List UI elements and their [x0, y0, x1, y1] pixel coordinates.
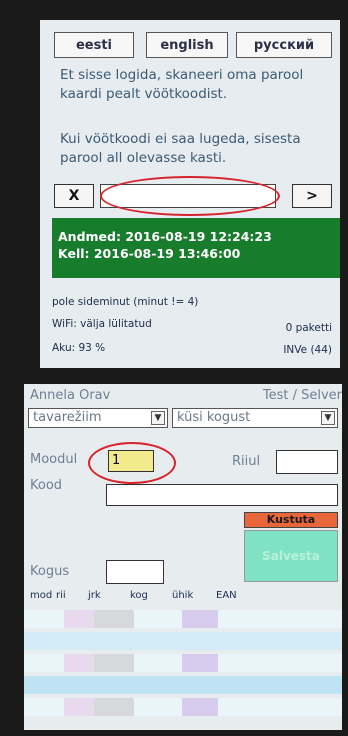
store-context: Test / Selver [262, 388, 342, 403]
quantity-label: Kogus [30, 564, 70, 579]
table-cell [64, 610, 94, 628]
version-label: INVe (44) [283, 344, 332, 356]
table-cell [64, 698, 94, 716]
chevron-down-icon[interactable]: ▼ [321, 411, 335, 425]
annotation-ellipse [100, 176, 280, 216]
table-cell [94, 610, 134, 628]
mode-select-value: tavarežiim [33, 410, 102, 425]
table-cell [182, 654, 218, 672]
login-screen: eesti english русский Et sisse logida, s… [40, 20, 340, 368]
table-cell [182, 610, 218, 628]
quantity-mode-value: küsi kogust [177, 410, 251, 425]
wifi-status: WiFi: välja lülitatud [52, 318, 152, 330]
language-english-button[interactable]: english [146, 32, 228, 58]
shelf-label: Riiul [232, 454, 261, 469]
clear-button[interactable]: X [54, 184, 94, 208]
table-row[interactable] [24, 632, 342, 650]
table-cell [94, 698, 134, 716]
code-label: Kood [30, 478, 63, 493]
module-label: Moodul [30, 452, 78, 467]
column-header: mod [30, 590, 53, 601]
submit-button[interactable]: > [292, 184, 332, 208]
mode-select[interactable]: tavarežiim ▼ [28, 408, 168, 428]
packet-count: 0 paketti [285, 322, 332, 334]
table-cell [64, 654, 94, 672]
manual-instructions: Kui vöötkoodi ei saa lugeda, sisesta par… [60, 131, 301, 166]
quantity-mode-select[interactable]: küsi kogust ▼ [172, 408, 338, 428]
table-cell [94, 654, 134, 672]
delete-button[interactable]: Kustuta [244, 512, 338, 528]
shelf-input[interactable] [276, 450, 338, 474]
table-row[interactable] [24, 676, 342, 694]
column-header: jrk [88, 590, 101, 601]
code-input[interactable] [106, 484, 338, 506]
column-header: ühik [172, 590, 194, 601]
annotation-ellipse [88, 442, 176, 484]
sync-info-panel: Andmed: 2016-08-19 12:24:23 Kell: 2016-0… [52, 218, 340, 278]
column-header: rii [56, 590, 66, 601]
chevron-down-icon[interactable]: ▼ [151, 411, 165, 425]
language-estonian-button[interactable]: eesti [54, 32, 134, 58]
clock-timestamp: Kell: 2016-08-19 13:46:00 [58, 246, 241, 261]
user-name: Annela Orav [30, 388, 111, 403]
battery-status: Aku: 93 % [52, 342, 106, 354]
scan-instructions: Et sisse logida, skaneeri oma parool kaa… [60, 67, 304, 102]
table-cell [182, 698, 218, 716]
connection-status: pole sideminut (minut != 4) [52, 296, 199, 308]
save-button[interactable]: Salvesta [244, 530, 338, 582]
language-russian-button[interactable]: русский [236, 32, 332, 58]
entry-screen: Annela Orav Test / Selver tavarežiim ▼ k… [24, 384, 342, 730]
column-header: kog [130, 590, 148, 601]
quantity-input[interactable] [106, 560, 164, 584]
data-timestamp: Andmed: 2016-08-19 12:24:23 [58, 229, 272, 244]
column-header: EAN [216, 590, 237, 601]
